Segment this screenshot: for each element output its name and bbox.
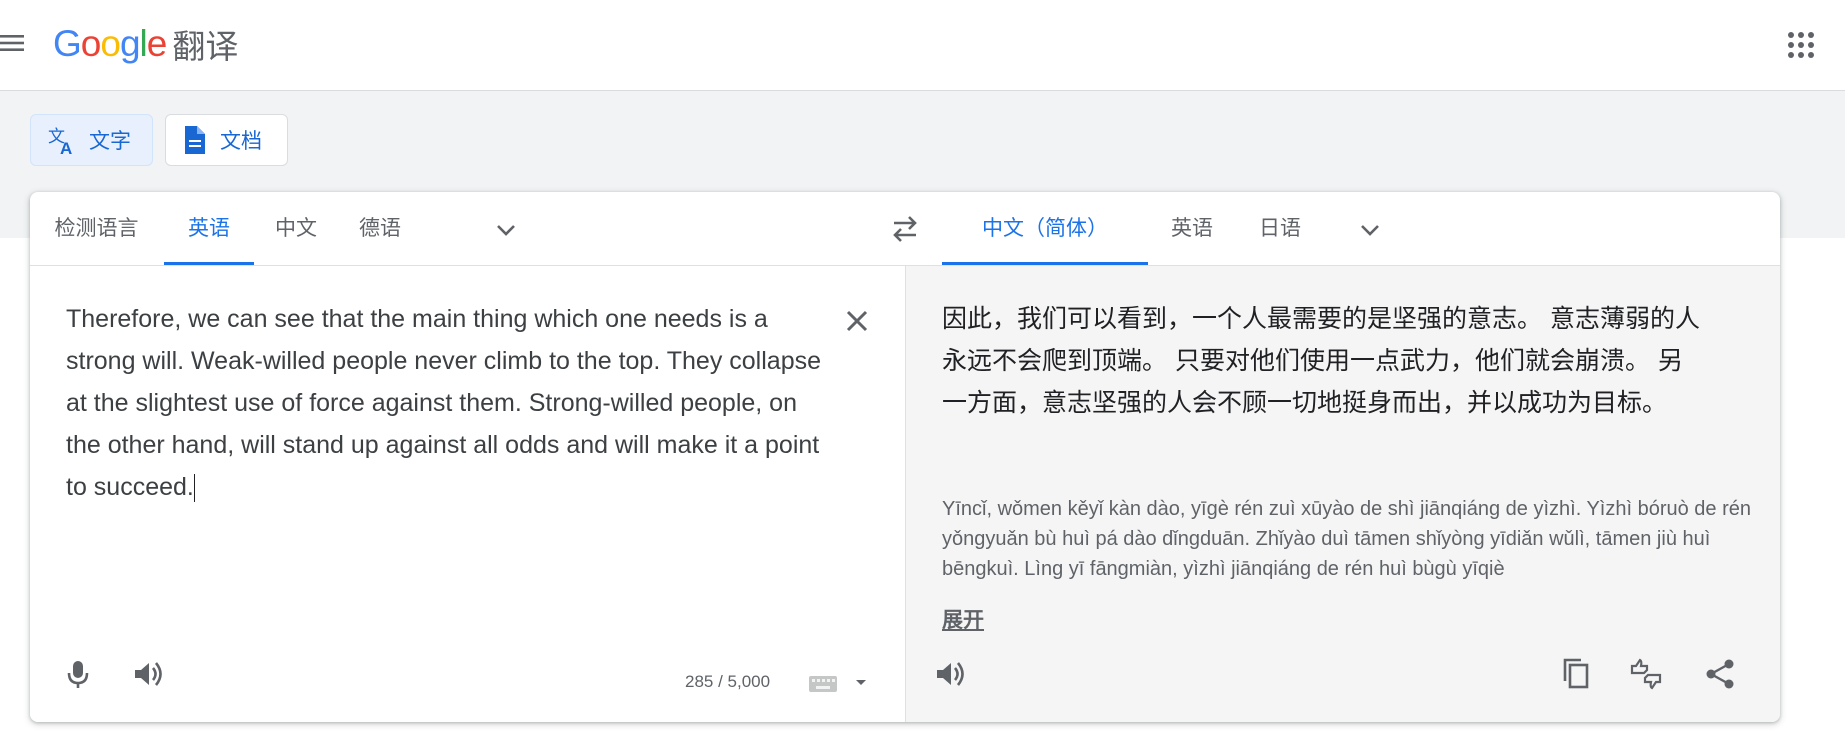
apps-grid-icon[interactable] bbox=[1786, 30, 1816, 60]
source-pane: Therefore, we can see that the main thin… bbox=[30, 266, 905, 722]
speaker-icon[interactable] bbox=[932, 656, 968, 692]
text-caret bbox=[193, 474, 195, 503]
language-bar: 检测语言 英语 中文 德语 中文（简体） 英语 日语 bbox=[30, 192, 1780, 266]
keyboard-dropdown-icon[interactable] bbox=[852, 674, 870, 692]
text-mode-button[interactable]: 文 A 文字 bbox=[30, 114, 153, 166]
product-name: 翻译 bbox=[172, 27, 239, 66]
expand-transliteration-link[interactable]: 展开 bbox=[942, 604, 984, 634]
tab-source-chinese[interactable]: 中文 bbox=[254, 192, 338, 265]
character-count: 285 / 5,000 bbox=[685, 672, 771, 691]
translate-icon: 文 A bbox=[48, 127, 72, 155]
google-wordmark: Google bbox=[53, 23, 167, 64]
target-more-languages-chevron-down-icon[interactable] bbox=[1356, 216, 1384, 244]
google-translate-logo[interactable]: Google 翻译 bbox=[53, 20, 238, 68]
document-icon bbox=[185, 126, 205, 154]
tab-source-english[interactable]: 英语 bbox=[164, 192, 254, 265]
close-icon[interactable] bbox=[842, 306, 872, 336]
tab-target-english[interactable]: 英语 bbox=[1148, 192, 1236, 265]
tab-source-german[interactable]: 德语 bbox=[338, 192, 422, 265]
text-mode-label: 文字 bbox=[89, 130, 131, 153]
tab-detect-language[interactable]: 检测语言 bbox=[30, 192, 163, 265]
top-app-bar: Google 翻译 bbox=[0, 0, 1845, 91]
share-icon[interactable] bbox=[1702, 656, 1738, 692]
translated-text: 因此，我们可以看到，一个人最需要的是坚强的意志。 意志薄弱的人永远不会爬到顶端。… bbox=[942, 304, 1700, 417]
microphone-icon[interactable] bbox=[60, 656, 96, 692]
swap-languages-icon[interactable] bbox=[888, 212, 922, 246]
transliteration-text: Yīncǐ, wǒmen kěyǐ kàn dào, yīgè rén zuì … bbox=[942, 498, 1752, 580]
translation-card: 检测语言 英语 中文 德语 中文（简体） 英语 日语 Therefore, we… bbox=[30, 192, 1780, 722]
rate-translation-icon[interactable] bbox=[1628, 656, 1664, 692]
document-mode-button[interactable]: 文档 bbox=[165, 114, 288, 166]
target-pane: 因此，我们可以看到，一个人最需要的是坚强的意志。 意志薄弱的人永远不会爬到顶端。… bbox=[905, 266, 1780, 722]
tab-target-japanese[interactable]: 日语 bbox=[1236, 192, 1324, 265]
hamburger-menu-icon[interactable] bbox=[0, 30, 26, 56]
keyboard-icon[interactable] bbox=[808, 672, 838, 696]
source-text-content: Therefore, we can see that the main thin… bbox=[66, 305, 822, 501]
document-mode-label: 文档 bbox=[220, 130, 262, 153]
source-text-input[interactable]: Therefore, we can see that the main thin… bbox=[66, 298, 826, 508]
copy-icon[interactable] bbox=[1558, 656, 1594, 692]
source-more-languages-chevron-down-icon[interactable] bbox=[492, 216, 520, 244]
tab-target-chinese-simplified[interactable]: 中文（简体） bbox=[942, 192, 1148, 265]
svg-text:A: A bbox=[60, 139, 72, 155]
source-speaker-icon[interactable] bbox=[130, 656, 166, 692]
